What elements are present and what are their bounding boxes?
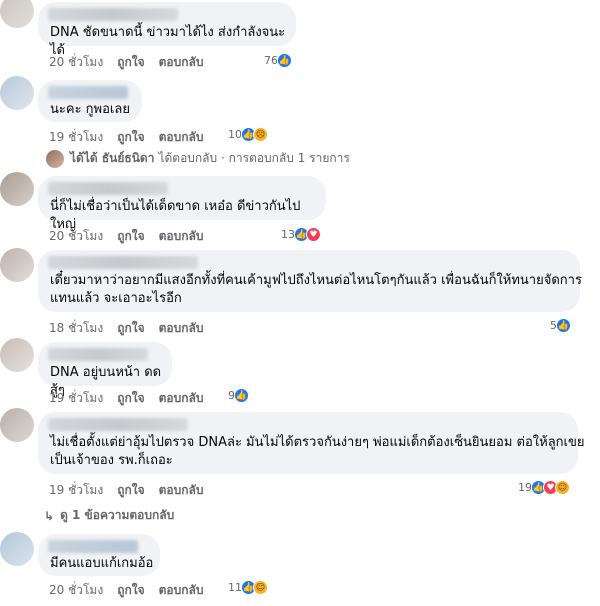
commenter-name-blurred[interactable]: [48, 348, 148, 361]
reply-button[interactable]: ตอบกลับ: [159, 481, 204, 500]
reply-button[interactable]: ตอบกลับ: [159, 227, 204, 246]
commenter-name-blurred[interactable]: [48, 540, 138, 553]
timestamp[interactable]: 18 ชั่วโมง: [49, 319, 103, 338]
view-replies-link[interactable]: ↳ ดู 1 ข้อความตอบกลับ: [44, 506, 174, 525]
reply-summary-text: ได้ตอบกลับ · การตอบกลับ 1 รายการ: [158, 151, 350, 165]
reaction-summary[interactable]: 9 👍: [228, 388, 249, 403]
love-icon: ♥: [306, 227, 321, 242]
comment-text-line: ไม่เชื่อตั้งแต่ย่าอุ้มไปตรวจ DNAล่ะ มันไ…: [50, 435, 585, 450]
avatar[interactable]: [0, 248, 34, 282]
avatar[interactable]: [0, 408, 34, 442]
reaction-count: 13: [281, 228, 295, 241]
comment-text-line: เดี๋ยวมาหาว่าอยากมีแสงอีกทั้งที่คนเค้ามู…: [50, 273, 582, 288]
comment-bubble: DNA อยู่บนหน้า ดด สู้ๆ: [38, 342, 172, 398]
reaction-summary[interactable]: 11 👍 ☺: [228, 580, 268, 595]
comment-actions: 19 ชั่วโมง ถูกใจ ตอบกลับ: [49, 389, 217, 408]
avatar[interactable]: [0, 0, 34, 28]
comment-actions: 19 ชั่วโมง ถูกใจ ตอบกลับ: [49, 481, 217, 500]
comment-text: นะคะ กูพอเลย: [50, 102, 130, 117]
like-button[interactable]: ถูกใจ: [117, 319, 144, 338]
reply-summary[interactable]: ได้ได้ ธันย์ธนิดา ได้ตอบกลับ · การตอบกลั…: [46, 149, 350, 168]
timestamp[interactable]: 20 ชั่วโมง: [49, 53, 103, 72]
reaction-count: 19: [518, 481, 532, 494]
reply-button[interactable]: ตอบกลับ: [159, 319, 204, 338]
comment-bubble: มีคนแอบแก้เกมอ้อ: [38, 534, 160, 576]
like-button[interactable]: ถูกใจ: [117, 481, 144, 500]
replier-name[interactable]: ได้ได้ ธันย์ธนิดา: [70, 149, 154, 168]
comment-text: ไม่เชื่อตั้งแต่ย่าอุ้มไปตรวจ DNAล่ะ มันไ…: [50, 434, 585, 470]
timestamp[interactable]: 19 ชั่วโมง: [49, 128, 103, 147]
commenter-name-blurred[interactable]: [48, 86, 128, 99]
comment-bubble: นะคะ กูพอเลย: [38, 80, 142, 122]
reply-button[interactable]: ตอบกลับ: [159, 581, 204, 600]
timestamp[interactable]: 19 ชั่วโมง: [49, 389, 103, 408]
avatar[interactable]: [0, 532, 34, 566]
reaction-summary[interactable]: 10 👍 ☹: [228, 127, 268, 142]
comment-text-line: เป็นเจ้าของ รพ.ก็เถอะ: [50, 453, 173, 468]
like-button[interactable]: ถูกใจ: [117, 227, 144, 246]
comment-bubble: DNA ชัดขนาดนี้ ข่าวมาได้ไง ส่งกำลังจนะได…: [38, 2, 296, 58]
timestamp[interactable]: 20 ชั่วโมง: [49, 581, 103, 600]
like-icon: 👍: [277, 53, 292, 68]
comment-actions: 20 ชั่วโมง ถูกใจ ตอบกลับ: [49, 581, 217, 600]
reply-button[interactable]: ตอบกลับ: [159, 128, 204, 147]
like-button[interactable]: ถูกใจ: [117, 128, 144, 147]
like-icon: 👍: [234, 388, 249, 403]
comment-actions: 18 ชั่วโมง ถูกใจ ตอบกลับ: [49, 319, 217, 338]
view-replies-text: ดู 1 ข้อความตอบกลับ: [60, 508, 175, 522]
replier-avatar: [46, 149, 64, 168]
commenter-name-blurred[interactable]: [48, 8, 178, 21]
like-button[interactable]: ถูกใจ: [117, 53, 144, 72]
haha-icon: ☺: [555, 480, 570, 495]
comment-text-line: แทนแล้ว จะเอาอะไรอีก: [50, 291, 182, 306]
avatar[interactable]: [0, 76, 34, 110]
comment-actions: 20 ชั่วโมง ถูกใจ ตอบกลับ: [49, 53, 217, 72]
reaction-summary[interactable]: 19 👍 ♥ ☺: [518, 480, 570, 495]
reaction-summary[interactable]: 13 👍 ♥: [281, 227, 321, 242]
commenter-name-blurred[interactable]: [48, 418, 188, 431]
reaction-summary[interactable]: 5 👍: [550, 318, 571, 333]
like-icon: 👍: [556, 318, 571, 333]
comment-bubble: เดี๋ยวมาหาว่าอยากมีแสงอีกทั้งที่คนเค้ามู…: [38, 250, 582, 312]
sad-icon: ☹: [253, 127, 268, 142]
comment-text: มีคนแอบแก้เกมอ้อ: [50, 556, 154, 571]
haha-icon: ☺: [253, 580, 268, 595]
avatar[interactable]: [0, 338, 34, 372]
comment-bubble: ไม่เชื่อตั้งแต่ย่าอุ้มไปตรวจ DNAล่ะ มันไ…: [38, 412, 585, 474]
comment-text: เดี๋ยวมาหาว่าอยากมีแสงอีกทั้งที่คนเค้ามู…: [50, 272, 582, 308]
commenter-name-blurred[interactable]: [48, 256, 198, 269]
reaction-count: 76: [264, 54, 278, 67]
comment-actions: 20 ชั่วโมง ถูกใจ ตอบกลับ: [49, 227, 217, 246]
like-button[interactable]: ถูกใจ: [117, 581, 144, 600]
comment-actions: 19 ชั่วโมง ถูกใจ ตอบกลับ: [49, 128, 217, 147]
comment-bubble: นี่ก็ไม่เชื่อว่าเป็นได้เด็ดขาด เหอ๋อ ดีข…: [38, 176, 326, 232]
like-button[interactable]: ถูกใจ: [117, 389, 144, 408]
reply-button[interactable]: ตอบกลับ: [159, 53, 204, 72]
reaction-count: 11: [228, 581, 242, 594]
reply-arrow-icon: ↳: [44, 508, 55, 523]
timestamp[interactable]: 20 ชั่วโมง: [49, 227, 103, 246]
reaction-summary[interactable]: 76 👍: [264, 53, 292, 68]
reaction-count: 10: [228, 128, 242, 141]
avatar[interactable]: [0, 172, 34, 206]
commenter-name-blurred[interactable]: [48, 182, 168, 195]
timestamp[interactable]: 19 ชั่วโมง: [49, 481, 103, 500]
reply-button[interactable]: ตอบกลับ: [159, 389, 204, 408]
